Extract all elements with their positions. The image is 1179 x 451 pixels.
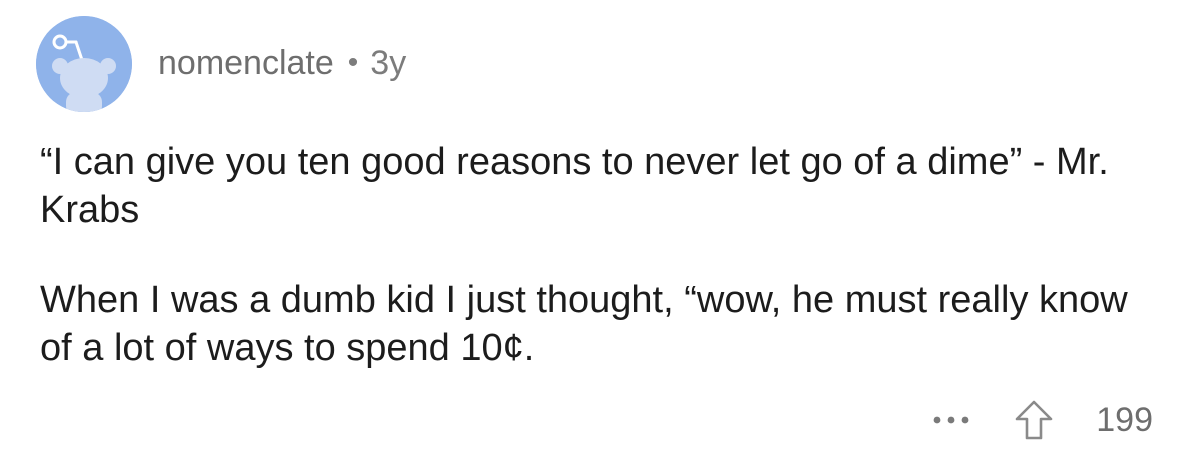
meta-separator: • xyxy=(347,46,359,79)
vote-score: 199 xyxy=(1096,400,1153,439)
comment-header: nomenclate • 3y xyxy=(36,16,406,112)
more-options-button[interactable] xyxy=(921,400,981,440)
comment-paragraph: When I was a dumb kid I just thought, “w… xyxy=(40,279,1128,369)
upvote-button[interactable] xyxy=(1011,397,1057,443)
comment-age: 3y xyxy=(370,43,407,82)
avatar[interactable] xyxy=(36,16,132,112)
comment-body: “I can give you ten good reasons to neve… xyxy=(40,138,1140,372)
comment-meta: nomenclate • 3y xyxy=(158,44,406,83)
comment-actions: 199 xyxy=(921,396,1153,444)
comment-card: nomenclate • 3y “I can give you ten good… xyxy=(0,0,1179,451)
upvote-arrow-icon xyxy=(1015,400,1053,440)
username-link[interactable]: nomenclate xyxy=(158,44,334,83)
reddit-snoo-avatar-icon xyxy=(36,16,132,112)
more-options-icon xyxy=(933,416,969,424)
comment-paragraph: “I can give you ten good reasons to neve… xyxy=(40,141,1109,231)
